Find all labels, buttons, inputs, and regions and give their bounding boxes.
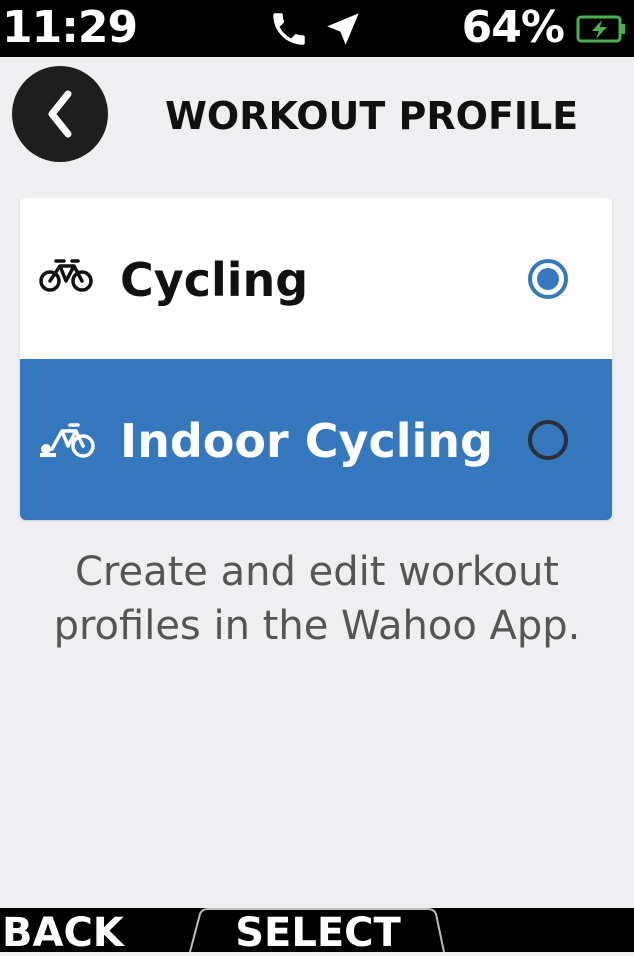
battery-charging-icon	[576, 14, 628, 48]
battery-percent: 64%	[461, 2, 565, 53]
status-bar: 11:29 64%	[0, 0, 634, 57]
header: WORKOUT PROFILE	[0, 57, 634, 177]
bottom-button-bar: BACK SELECT	[0, 908, 634, 956]
indoor-bicycle-icon	[38, 419, 98, 465]
bicycle-icon	[38, 254, 94, 298]
back-button[interactable]	[12, 66, 108, 162]
back-softkey[interactable]: BACK	[2, 910, 124, 956]
radio-unselected[interactable]	[526, 418, 570, 466]
chevron-left-icon	[48, 90, 72, 138]
page-title: WORKOUT PROFILE	[165, 94, 579, 138]
phone-icon	[268, 8, 310, 54]
list-item-indoor-cycling[interactable]: Indoor Cycling	[20, 359, 612, 520]
select-softkey[interactable]: SELECT	[200, 910, 436, 956]
info-line-2: profiles in the Wahoo App.	[53, 603, 581, 649]
list-item-cycling[interactable]: Cycling	[20, 198, 612, 359]
list-item-label: Indoor Cycling	[120, 414, 493, 468]
radio-selected[interactable]	[526, 257, 570, 305]
location-arrow-icon	[322, 8, 364, 54]
status-time: 11:29	[2, 2, 138, 53]
profile-list: Cycling Indoor Cycling	[20, 198, 612, 520]
info-line-1: Create and edit workout	[75, 549, 559, 595]
info-text: Create and edit workout profiles in the …	[0, 545, 634, 653]
list-item-label: Cycling	[120, 253, 309, 307]
